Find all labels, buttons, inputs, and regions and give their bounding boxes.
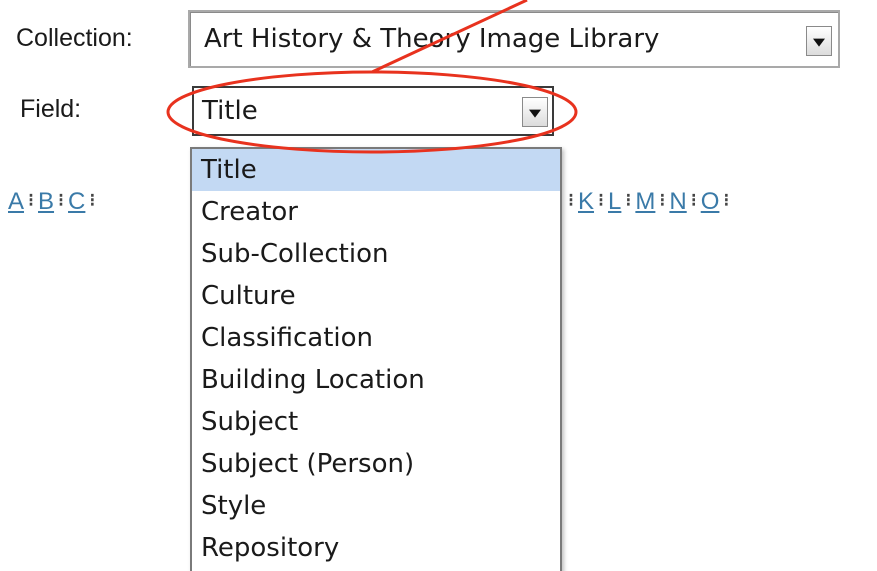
alpha-link[interactable]: N xyxy=(669,188,686,215)
separator: ⁝ xyxy=(568,190,574,210)
alphabet-index-left: A ⁝ B ⁝ C ⁝ xyxy=(8,188,99,224)
field-option[interactable]: Building Location xyxy=(192,359,560,401)
field-option[interactable]: Title xyxy=(192,149,560,191)
field-option[interactable]: Style xyxy=(192,485,560,527)
alpha-link[interactable]: A xyxy=(8,188,24,215)
field-option[interactable]: Culture xyxy=(192,275,560,317)
search-form: Collection: Art History & Theory Image L… xyxy=(0,0,877,571)
alpha-link[interactable]: B xyxy=(38,188,54,215)
separator: ⁝ xyxy=(598,190,604,210)
field-option[interactable]: Subject xyxy=(192,401,560,443)
separator: ⁝ xyxy=(659,190,666,210)
separator: ⁝ xyxy=(89,190,96,210)
collection-dropdown-button[interactable] xyxy=(806,26,832,56)
field-dropdown-button[interactable] xyxy=(522,97,548,127)
collection-label: Collection: xyxy=(16,24,133,52)
collection-select[interactable]: Art History & Theory Image Library xyxy=(188,10,840,68)
separator: ⁝ xyxy=(58,190,64,210)
separator: ⁝ xyxy=(690,190,697,210)
field-option[interactable]: Creator xyxy=(192,191,560,233)
alpha-link[interactable]: L xyxy=(608,188,621,215)
field-select-value: Title xyxy=(202,96,258,126)
alpha-link[interactable]: O xyxy=(701,188,720,215)
chevron-down-icon xyxy=(813,38,825,47)
separator: ⁝ xyxy=(28,190,34,210)
field-select[interactable]: Title xyxy=(192,86,554,136)
field-label: Field: xyxy=(20,95,82,123)
separator: ⁝ xyxy=(723,190,730,210)
field-option[interactable]: Sub-Collection xyxy=(192,233,560,275)
alphabet-index-right: ⁝ K ⁝ L ⁝ M ⁝ N ⁝ O ⁝ xyxy=(564,188,733,224)
alpha-link[interactable]: K xyxy=(578,188,594,215)
field-option[interactable]: Subject (Person) xyxy=(192,443,560,485)
collection-select-value: Art History & Theory Image Library xyxy=(204,24,660,54)
separator: ⁝ xyxy=(625,190,632,210)
alpha-link[interactable]: M xyxy=(635,188,655,215)
chevron-down-icon xyxy=(529,109,541,118)
alpha-link[interactable]: C xyxy=(68,188,85,215)
field-option[interactable]: Repository xyxy=(192,527,560,569)
field-options-list: Title Creator Sub-Collection Culture Cla… xyxy=(190,147,562,571)
field-option[interactable]: Classification xyxy=(192,317,560,359)
